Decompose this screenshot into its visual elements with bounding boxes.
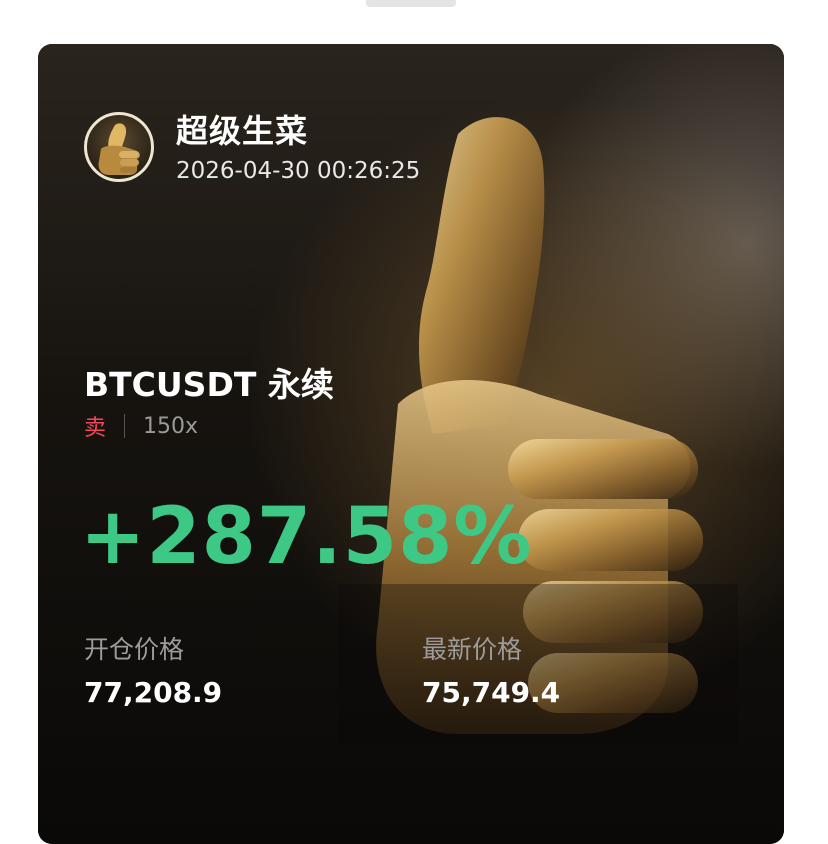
contract-symbol: BTCUSDT 永续 — [84, 365, 334, 404]
leverage: 150x — [143, 413, 199, 439]
share-card: 超级生菜 2026-04-30 00:26:25 BTCUSDT 永续 卖 15… — [38, 44, 784, 844]
sheet-drag-handle[interactable] — [366, 0, 456, 7]
latest-price-label: 最新价格 — [422, 635, 523, 664]
position-side: 卖 — [84, 416, 107, 441]
pnl-percent: +287.58% — [80, 492, 533, 582]
entry-price-label: 开仓价格 — [84, 635, 185, 664]
position-meta: 卖 150x — [84, 410, 198, 442]
username: 超级生菜 — [176, 112, 309, 150]
latest-price-value: 75,749.4 — [422, 676, 561, 709]
meta-divider — [124, 414, 126, 438]
entry-price-value: 77,208.9 — [84, 676, 223, 709]
golden-thumbs-up-icon — [338, 117, 738, 744]
thumbs-up-avatar-icon[interactable] — [84, 112, 154, 182]
post-timestamp: 2026-04-30 00:26:25 — [176, 158, 421, 184]
